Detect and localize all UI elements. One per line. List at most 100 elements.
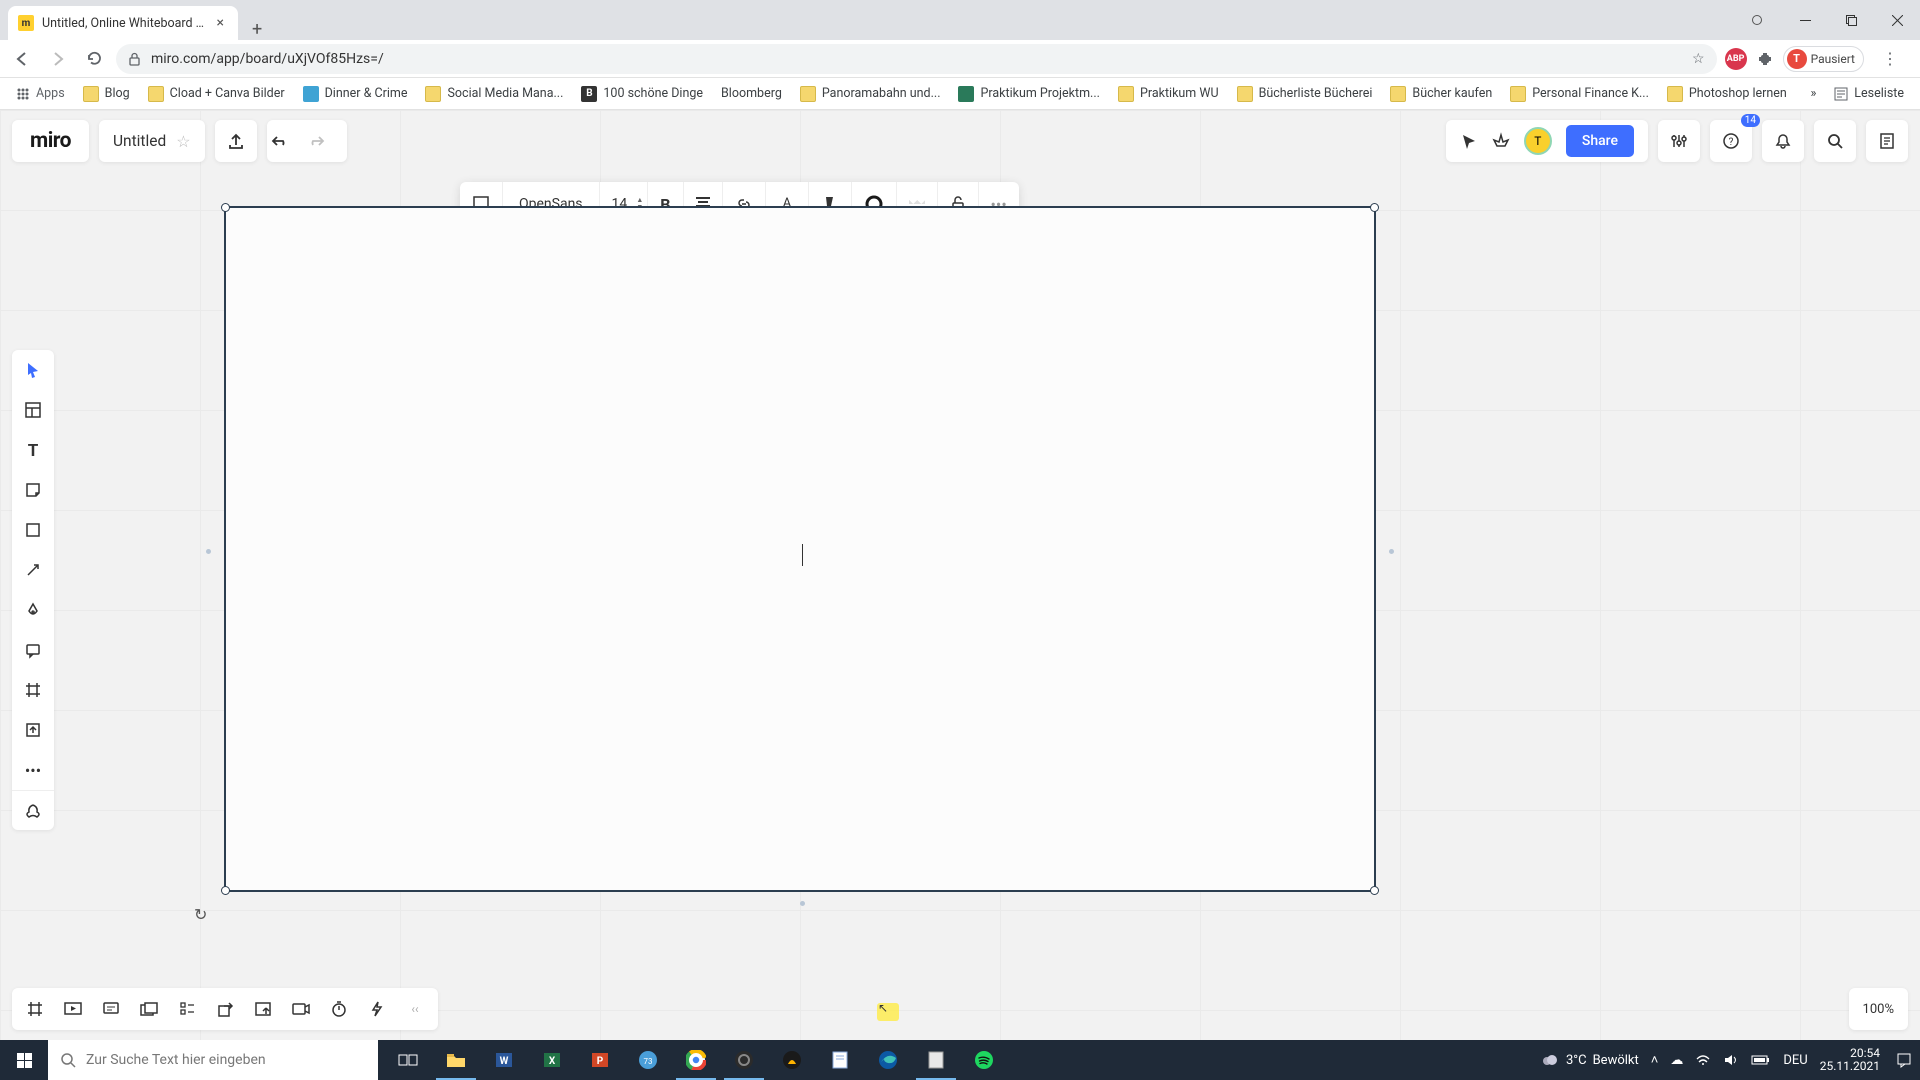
reading-list-button[interactable]: Leseliste [1826, 86, 1912, 101]
taskbar-notepad-icon[interactable] [816, 1040, 864, 1080]
profile-button[interactable]: T Pausiert [1783, 46, 1864, 72]
mid-handle-w[interactable] [206, 549, 211, 554]
presentation-button[interactable] [54, 988, 92, 1030]
apps-button[interactable]: Apps [8, 82, 73, 105]
zoom-level[interactable]: 100% [1849, 988, 1908, 1030]
bookmark-item[interactable]: Praktikum WU [1110, 82, 1227, 106]
help-button[interactable]: ? [1710, 120, 1752, 162]
apps-button[interactable] [12, 790, 54, 830]
miro-canvas[interactable]: miro Untitled ☆ T Share ? T [0, 110, 1920, 1040]
select-tool[interactable] [12, 350, 54, 390]
share-link-button[interactable] [206, 988, 244, 1030]
tray-onedrive-icon[interactable]: ☁ [1670, 1053, 1683, 1068]
forward-button[interactable] [44, 45, 72, 73]
redo-button[interactable] [307, 134, 343, 148]
taskbar-search[interactable]: Zur Suche Text hier eingeben [48, 1040, 378, 1080]
video-button[interactable] [282, 988, 320, 1030]
taskbar-powerpoint-icon[interactable]: P [576, 1040, 624, 1080]
export-image-button[interactable] [244, 988, 282, 1030]
bookmark-item[interactable]: Panoramabahn und... [792, 82, 949, 106]
tray-volume-icon[interactable] [1723, 1053, 1739, 1067]
notifications-button[interactable] [1762, 120, 1804, 162]
resize-handle-ne[interactable] [1370, 203, 1379, 212]
taskbar-obs-icon[interactable] [720, 1040, 768, 1080]
shape-tool[interactable] [12, 510, 54, 550]
bookmark-item[interactable]: Personal Finance K... [1502, 82, 1657, 106]
taskbar-app-icon[interactable]: 73 [624, 1040, 672, 1080]
activity-button[interactable] [1866, 120, 1908, 162]
text-tool[interactable]: T [12, 430, 54, 470]
window-maximize-button[interactable] [1828, 0, 1874, 40]
bookmark-item[interactable]: Blog [75, 82, 138, 106]
address-input[interactable]: miro.com/app/board/uXjVOf85Hzs=/ ☆ [116, 44, 1717, 74]
comment-tool[interactable] [12, 630, 54, 670]
mid-handle-e[interactable] [1389, 549, 1394, 554]
bookmark-item[interactable]: Social Media Mana... [417, 82, 571, 106]
tray-chevron-icon[interactable]: ˄ [1651, 1052, 1659, 1068]
resize-handle-se[interactable] [1370, 886, 1379, 895]
reactions-icon[interactable] [1492, 132, 1510, 150]
taskbar-excel-icon[interactable]: X [528, 1040, 576, 1080]
tray-notifications-icon[interactable] [1896, 1052, 1912, 1068]
collapse-toolbar-button[interactable]: ‹‹ [396, 988, 434, 1030]
favorite-star-icon[interactable]: ☆ [176, 132, 190, 151]
window-close-button[interactable] [1874, 0, 1920, 40]
reload-button[interactable] [80, 45, 108, 73]
taskbar-word-icon[interactable]: W [480, 1040, 528, 1080]
resize-handle-nw[interactable] [221, 203, 230, 212]
mid-handle-s[interactable] [800, 901, 805, 906]
taskbar-chrome-icon[interactable] [672, 1040, 720, 1080]
taskbar-explorer-icon[interactable] [432, 1040, 480, 1080]
new-tab-button[interactable]: + [238, 19, 276, 40]
extensions-icon[interactable] [1757, 51, 1773, 67]
sticky-note-tool[interactable] [12, 470, 54, 510]
miro-logo[interactable]: miro [12, 120, 89, 162]
voting-button[interactable] [168, 988, 206, 1030]
taskbar-app3-icon[interactable] [912, 1040, 960, 1080]
bookmark-item[interactable]: Dinner & Crime [295, 82, 416, 106]
more-tools-button[interactable]: ••• [12, 750, 54, 790]
bookmark-item[interactable]: Cload + Canva Bilder [140, 82, 293, 106]
frames-panel-button[interactable] [16, 988, 54, 1030]
bookmark-item[interactable]: Photoshop lernen [1659, 82, 1795, 106]
bookmark-star-icon[interactable]: ☆ [1692, 51, 1705, 67]
tray-wifi-icon[interactable] [1695, 1054, 1711, 1066]
task-view-button[interactable] [384, 1040, 432, 1080]
board-title-panel[interactable]: Untitled ☆ [99, 120, 205, 162]
rotate-handle[interactable]: ↻ [194, 905, 207, 924]
tray-language[interactable]: DEU [1783, 1053, 1807, 1068]
back-button[interactable] [8, 45, 36, 73]
selected-frame[interactable]: ↻ [224, 206, 1376, 892]
bookmarks-overflow-button[interactable]: » [1802, 86, 1824, 101]
share-button[interactable]: Share [1566, 125, 1634, 157]
tab-close-icon[interactable]: × [213, 15, 228, 31]
taskbar-spotify-icon[interactable] [960, 1040, 1008, 1080]
taskbar-edge-icon[interactable] [864, 1040, 912, 1080]
tray-clock[interactable]: 20:54 25.11.2021 [1820, 1047, 1884, 1073]
arrow-tool[interactable] [12, 550, 54, 590]
template-tool[interactable] [12, 390, 54, 430]
frame-tool[interactable] [12, 670, 54, 710]
pen-tool[interactable] [12, 590, 54, 630]
browser-menu-button[interactable]: ⋮ [1874, 49, 1906, 68]
comments-button[interactable] [92, 988, 130, 1030]
bookmark-item[interactable]: Bücher kaufen [1382, 82, 1500, 106]
bookmark-item[interactable]: Praktikum Projektm... [950, 82, 1107, 106]
tray-battery-icon[interactable] [1751, 1054, 1771, 1066]
bookmark-item[interactable]: B100 schöne Dinge [573, 82, 711, 106]
bookmark-item[interactable]: Bücherliste Bücherei [1229, 82, 1381, 106]
window-minimize-button[interactable] [1782, 0, 1828, 40]
weather-widget[interactable]: 3°C Bewölkt [1540, 1051, 1639, 1069]
timer-button[interactable] [320, 988, 358, 1030]
undo-button[interactable] [271, 134, 307, 148]
browser-tab[interactable]: m Untitled, Online Whiteboard for × [8, 6, 238, 40]
abp-extension-icon[interactable]: ABP [1725, 48, 1747, 70]
search-button[interactable] [1814, 120, 1856, 162]
bolt-button[interactable] [358, 988, 396, 1030]
cards-button[interactable] [130, 988, 168, 1030]
export-button[interactable] [215, 120, 257, 162]
resize-handle-sw[interactable] [221, 886, 230, 895]
user-avatar[interactable]: T [1524, 127, 1552, 155]
settings-button[interactable] [1658, 120, 1700, 162]
taskbar-app2-icon[interactable] [768, 1040, 816, 1080]
